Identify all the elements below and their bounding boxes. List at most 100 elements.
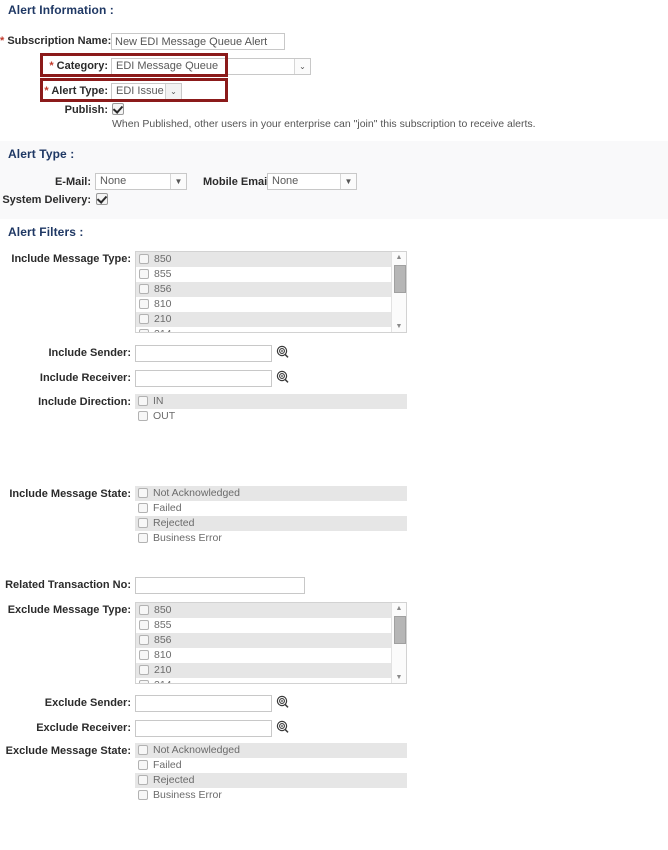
list-item-checkbox[interactable] xyxy=(138,775,148,785)
list-item-label: 214 xyxy=(154,679,172,683)
list-item-checkbox[interactable] xyxy=(139,269,149,279)
list-item-checkbox[interactable] xyxy=(139,605,149,615)
list-item[interactable]: 856 xyxy=(136,282,406,297)
exclude-sender-input[interactable] xyxy=(135,695,272,712)
list-item[interactable]: Rejected xyxy=(135,516,407,531)
scroll-down-icon[interactable]: ▼ xyxy=(392,672,406,683)
list-item-checkbox[interactable] xyxy=(139,665,149,675)
include-sender-input[interactable] xyxy=(135,345,272,362)
list-item[interactable]: Not Acknowledged xyxy=(135,743,407,758)
category-dropdown[interactable]: EDI Message Queue ⌄ xyxy=(111,58,311,75)
list-item[interactable]: 856 xyxy=(136,633,406,648)
exclude-message-state-group[interactable]: Not Acknowledged Failed Rejected Busines… xyxy=(135,743,407,803)
label-include-direction-text: Include Direction: xyxy=(38,396,131,408)
list-item[interactable]: 210 xyxy=(136,663,406,678)
mobile-email-dropdown-value: None xyxy=(272,175,299,187)
list-item[interactable]: Business Error xyxy=(135,531,407,546)
alert-type-dropdown[interactable]: EDI Issue ⌄ xyxy=(111,83,182,100)
list-item-checkbox[interactable] xyxy=(139,314,149,324)
lookup-icon[interactable] xyxy=(276,720,289,733)
list-item[interactable]: OUT xyxy=(135,409,407,424)
label-exclude-sender-text: Exclude Sender: xyxy=(44,697,131,709)
exclude-message-type-listbox[interactable]: 850 855 856 810 210 214 ▲ ▼ xyxy=(135,602,407,684)
list-item-label: Business Error xyxy=(153,789,222,801)
exclude-receiver-input[interactable] xyxy=(135,720,272,737)
include-message-state-group[interactable]: Not Acknowledged Failed Rejected Busines… xyxy=(135,486,407,546)
include-message-type-listbox[interactable]: 850 855 856 810 210 214 ▲ ▼ xyxy=(135,251,407,333)
list-item-label: 210 xyxy=(154,313,172,325)
list-item-checkbox[interactable] xyxy=(139,284,149,294)
email-dropdown-value: None xyxy=(100,175,127,187)
label-publish-text: Publish: xyxy=(64,104,108,116)
system-delivery-checkbox[interactable] xyxy=(96,193,108,205)
publish-help-text: When Published, other users in your ente… xyxy=(112,118,536,130)
list-item-checkbox[interactable] xyxy=(139,620,149,630)
label-exclude-message-state: Exclude Message State: xyxy=(0,745,131,757)
list-item-label: Rejected xyxy=(153,774,195,786)
chevron-down-icon: ▼ xyxy=(170,174,186,189)
lookup-icon[interactable] xyxy=(276,370,289,383)
list-item-checkbox[interactable] xyxy=(138,518,148,528)
list-item[interactable]: Business Error xyxy=(135,788,407,803)
list-item[interactable]: Not Acknowledged xyxy=(135,486,407,501)
list-item-checkbox[interactable] xyxy=(138,745,148,755)
list-item-checkbox[interactable] xyxy=(139,650,149,660)
include-message-type-scrollbar[interactable]: ▲ ▼ xyxy=(391,252,406,332)
list-item-checkbox[interactable] xyxy=(139,329,149,332)
scroll-up-icon[interactable]: ▲ xyxy=(392,252,406,263)
scrollbar-thumb[interactable] xyxy=(394,616,406,644)
list-item[interactable]: IN xyxy=(135,394,407,409)
list-item-label: 855 xyxy=(154,268,172,280)
list-item[interactable]: 214 xyxy=(136,327,406,332)
list-item[interactable]: 810 xyxy=(136,648,406,663)
subscription-name-input[interactable] xyxy=(111,33,285,50)
list-item-checkbox[interactable] xyxy=(138,533,148,543)
publish-checkbox[interactable] xyxy=(112,103,124,115)
list-item-checkbox[interactable] xyxy=(139,299,149,309)
list-item[interactable]: 855 xyxy=(136,267,406,282)
list-item-label: Failed xyxy=(153,502,182,514)
scroll-down-icon[interactable]: ▼ xyxy=(392,321,406,332)
alert-type-dropdown-value: EDI Issue xyxy=(116,85,164,97)
list-item[interactable]: Rejected xyxy=(135,773,407,788)
list-item[interactable]: 850 xyxy=(136,603,406,618)
list-item-checkbox[interactable] xyxy=(139,680,149,683)
list-item-checkbox[interactable] xyxy=(138,488,148,498)
list-item-label: Not Acknowledged xyxy=(153,487,240,499)
list-item-label: 850 xyxy=(154,604,172,616)
list-item-checkbox[interactable] xyxy=(139,254,149,264)
list-item[interactable]: Failed xyxy=(135,758,407,773)
section-heading-alert-type: Alert Type : xyxy=(8,147,75,161)
scrollbar-thumb[interactable] xyxy=(394,265,406,293)
scroll-up-icon[interactable]: ▲ xyxy=(392,603,406,614)
list-item[interactable]: 810 xyxy=(136,297,406,312)
list-item-checkbox[interactable] xyxy=(138,411,148,421)
lookup-icon[interactable] xyxy=(276,345,289,358)
include-receiver-input[interactable] xyxy=(135,370,272,387)
exclude-message-type-scrollbar[interactable]: ▲ ▼ xyxy=(391,603,406,683)
alert-subscription-form: Alert Information : * Subscription Name:… xyxy=(0,0,668,850)
list-item[interactable]: 210 xyxy=(136,312,406,327)
chevron-down-icon: ▼ xyxy=(340,174,356,189)
list-item-checkbox[interactable] xyxy=(138,503,148,513)
list-item[interactable]: Failed xyxy=(135,501,407,516)
list-item[interactable]: 850 xyxy=(136,252,406,267)
mobile-email-dropdown[interactable]: None ▼ xyxy=(267,173,357,190)
list-item-label: Failed xyxy=(153,759,182,771)
list-item[interactable]: 855 xyxy=(136,618,406,633)
label-include-direction: Include Direction: xyxy=(0,396,131,408)
lookup-icon[interactable] xyxy=(276,695,289,708)
list-item-checkbox[interactable] xyxy=(139,635,149,645)
related-transaction-no-input[interactable] xyxy=(135,577,305,594)
include-direction-group[interactable]: IN OUT xyxy=(135,394,407,424)
list-item-checkbox[interactable] xyxy=(138,760,148,770)
label-exclude-message-state-text: Exclude Message State: xyxy=(5,745,131,757)
list-item-checkbox[interactable] xyxy=(138,396,148,406)
label-exclude-message-type-text: Exclude Message Type: xyxy=(7,604,131,616)
label-category-text: Category: xyxy=(56,60,108,72)
label-include-message-type-text: Include Message Type: xyxy=(11,253,131,265)
label-related-transaction-no: Related Transaction No: xyxy=(0,579,131,591)
list-item-checkbox[interactable] xyxy=(138,790,148,800)
list-item[interactable]: 214 xyxy=(136,678,406,683)
email-dropdown[interactable]: None ▼ xyxy=(95,173,187,190)
